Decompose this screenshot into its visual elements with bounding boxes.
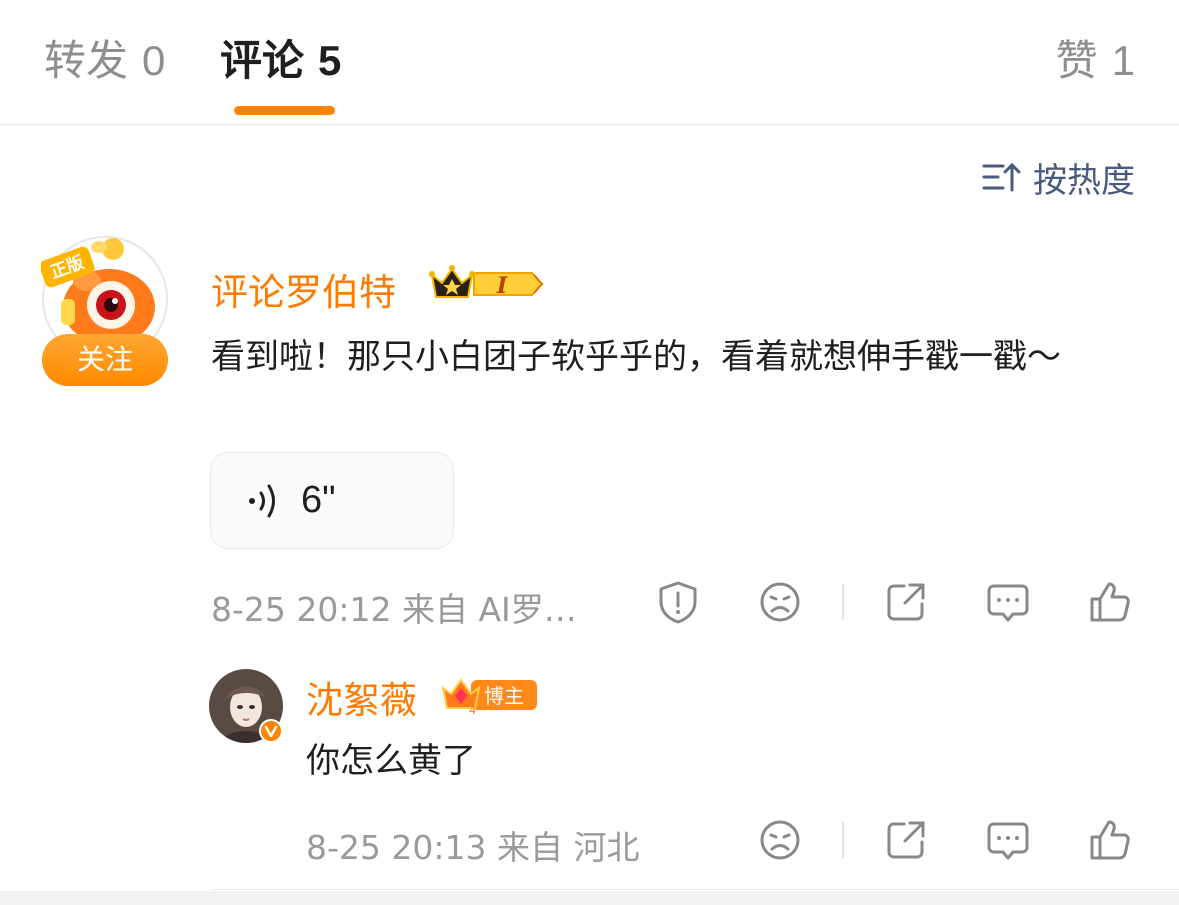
verified-badge-icon	[259, 719, 283, 743]
active-tab-indicator	[234, 106, 335, 115]
divider	[210, 889, 1179, 890]
comment-meta: 8-25 20:12 来自 AI罗…	[211, 590, 577, 629]
reply-text: 你怎么黄了	[306, 741, 476, 781]
blogger-badge-text: 博主	[484, 684, 524, 708]
tab-likes-count: 1	[1111, 37, 1135, 84]
reply-username[interactable]: 沈絮薇	[306, 670, 417, 724]
sort-label: 按热度	[1033, 160, 1135, 201]
share-icon[interactable]	[884, 818, 928, 862]
tab-likes[interactable]: 赞1	[1056, 36, 1135, 86]
crown-level-badge-icon: I	[429, 265, 544, 299]
tab-reposts-count: 0	[142, 37, 166, 84]
tab-reposts-label: 转发	[44, 36, 129, 85]
share-icon[interactable]	[884, 580, 928, 624]
voice-message-player[interactable]: 6"	[210, 452, 454, 549]
section-separator	[0, 891, 1179, 905]
dislike-face-icon[interactable]	[758, 818, 802, 862]
voice-duration: 6"	[301, 479, 336, 521]
tab-comments-label: 评论	[220, 36, 305, 85]
comment-icon[interactable]	[986, 580, 1030, 624]
voice-wave-icon	[249, 484, 275, 517]
tab-bar: 转发 0 评论 5 赞1	[0, 0, 1179, 125]
sort-by-hot-button[interactable]: 按热度	[981, 157, 1135, 201]
comment-username[interactable]: 评论罗伯特	[211, 262, 396, 316]
badge-level-text: I	[496, 273, 508, 299]
comment-text: 看到啦！那只小白团子软乎乎的，看着就想伸手戳一戳～	[211, 337, 1061, 377]
svg-text:4: 4	[469, 704, 476, 716]
blogger-badge-icon: 博主 4	[441, 678, 537, 716]
reply-avatar[interactable]	[209, 669, 283, 743]
sort-icon	[982, 162, 1021, 192]
dislike-face-icon[interactable]	[758, 580, 802, 624]
mascot-avatar-icon: 正版	[39, 236, 168, 362]
report-shield-icon[interactable]	[656, 580, 700, 624]
follow-button[interactable]: 关注	[42, 334, 168, 386]
tab-comments[interactable]: 评论 5	[220, 36, 341, 86]
action-divider	[842, 584, 844, 620]
comment-icon[interactable]	[986, 818, 1030, 862]
like-thumb-icon[interactable]	[1088, 818, 1132, 862]
tab-likes-label: 赞	[1055, 36, 1098, 85]
like-thumb-icon[interactable]	[1088, 580, 1132, 624]
reply-meta: 8-25 20:13 来自 河北	[306, 828, 640, 867]
action-divider	[842, 822, 844, 858]
tab-comments-count: 5	[318, 37, 342, 84]
tab-reposts[interactable]: 转发 0	[44, 36, 165, 86]
